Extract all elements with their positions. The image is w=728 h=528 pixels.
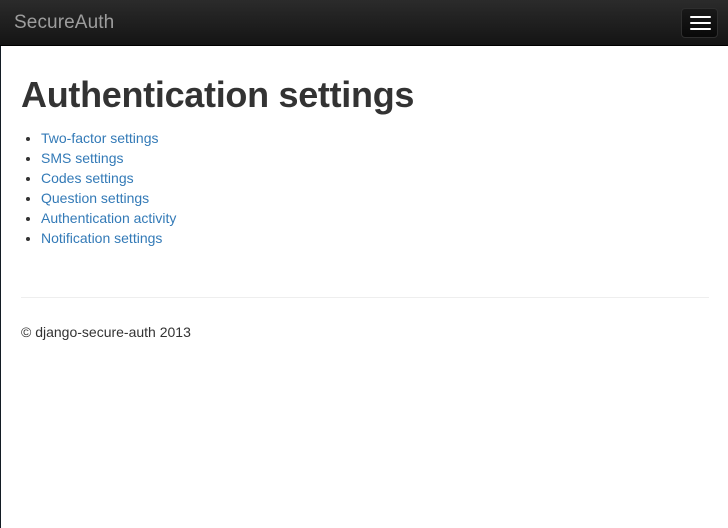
list-item: Authentication activity (41, 208, 176, 228)
navbar: SecureAuth (0, 0, 728, 46)
link-notification-settings[interactable]: Notification settings (41, 230, 162, 246)
page-title: Authentication settings (21, 74, 415, 115)
link-authentication-activity[interactable]: Authentication activity (41, 210, 176, 226)
page-root: SecureAuth Authentication settings Two-f… (0, 0, 728, 528)
navbar-brand[interactable]: SecureAuth (14, 0, 114, 46)
link-two-factor-settings[interactable]: Two-factor settings (41, 130, 159, 146)
footer-copyright: © django-secure-auth 2013 (21, 324, 191, 340)
navbar-toggle-button[interactable] (681, 8, 718, 38)
list-item: SMS settings (41, 148, 176, 168)
link-codes-settings[interactable]: Codes settings (41, 170, 134, 186)
settings-links-list: Two-factor settings SMS settings Codes s… (21, 128, 176, 248)
page-body: Authentication settings Two-factor setti… (0, 46, 728, 528)
link-sms-settings[interactable]: SMS settings (41, 150, 123, 166)
hamburger-icon-bar-3 (690, 28, 711, 30)
footer-divider (21, 297, 709, 298)
list-item: Two-factor settings (41, 128, 176, 148)
hamburger-icon-bar-2 (690, 22, 711, 24)
list-item: Question settings (41, 188, 176, 208)
list-item: Notification settings (41, 228, 176, 248)
hamburger-icon-bar-1 (690, 16, 711, 18)
list-item: Codes settings (41, 168, 176, 188)
link-question-settings[interactable]: Question settings (41, 190, 149, 206)
